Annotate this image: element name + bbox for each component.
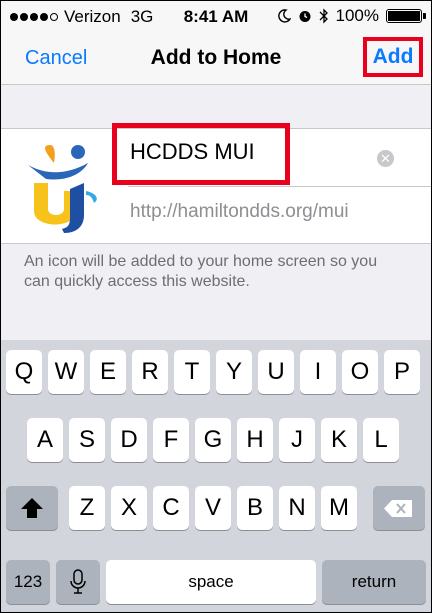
key-a[interactable]: A [27, 418, 63, 462]
key-e[interactable]: E [90, 350, 126, 394]
key-r[interactable]: R [132, 350, 168, 394]
app-logo-icon [28, 145, 97, 233]
info-note: An icon will be added to your home scree… [24, 253, 378, 290]
key-n[interactable]: N [279, 486, 315, 530]
add-button[interactable]: Add [363, 37, 423, 77]
key-s[interactable]: S [69, 418, 105, 462]
key-v[interactable]: V [195, 486, 231, 530]
key-z[interactable]: Z [69, 486, 105, 530]
status-bar: Verizon 3G 8:41 AM 100% [0, 0, 432, 34]
key-p[interactable]: P [384, 350, 420, 394]
bluetooth-icon [319, 8, 328, 24]
key-h[interactable]: H [237, 418, 273, 462]
key-q[interactable]: Q [6, 350, 42, 394]
battery-percentage: 100% [335, 6, 379, 25]
key-m[interactable]: M [321, 486, 357, 530]
keyboard-row-1: QWERTYUIOP [0, 350, 432, 394]
space-key[interactable]: space [106, 560, 316, 604]
keyboard-row-2: ASDFGHJKL [0, 418, 432, 462]
key-g[interactable]: G [195, 418, 231, 462]
navigation-bar: Cancel Add to Home Add [0, 34, 432, 85]
shift-key[interactable] [6, 486, 58, 530]
key-l[interactable]: L [363, 418, 399, 462]
key-j[interactable]: J [279, 418, 315, 462]
alarm-clock-icon [299, 11, 311, 22]
key-o[interactable]: O [342, 350, 378, 394]
key-c[interactable]: C [153, 486, 189, 530]
key-d[interactable]: D [111, 418, 147, 462]
field-divider [128, 186, 432, 187]
key-b[interactable]: B [237, 486, 273, 530]
microphone-key[interactable] [56, 560, 100, 604]
key-i[interactable]: I [300, 350, 336, 394]
return-key[interactable]: return [322, 560, 426, 604]
clear-text-icon[interactable]: ✕ [377, 150, 394, 167]
key-f[interactable]: F [153, 418, 189, 462]
keyboard-row-3: ZXCVBNM [0, 486, 432, 530]
key-x[interactable]: X [111, 486, 147, 530]
key-u[interactable]: U [258, 350, 294, 394]
bookmark-form: HCDDS MUI ✕ http://hamiltondds.org/mui [0, 123, 432, 244]
numbers-key[interactable]: 123 [6, 560, 50, 604]
moon-icon [277, 9, 291, 23]
battery-fill [388, 11, 420, 21]
microphone-icon [70, 569, 86, 594]
delete-key[interactable] [373, 486, 425, 530]
delete-icon [384, 500, 412, 517]
key-w[interactable]: W [48, 350, 84, 394]
keyboard-row-4: 123 space return [0, 560, 432, 604]
key-t[interactable]: T [174, 350, 210, 394]
url-field: http://hamiltondds.org/mui [130, 201, 349, 222]
title-field[interactable]: HCDDS MUI [130, 139, 255, 165]
battery-icon [386, 9, 426, 23]
shift-icon [21, 498, 43, 518]
key-y[interactable]: Y [216, 350, 252, 394]
key-k[interactable]: K [321, 418, 357, 462]
keyboard: QWERTYUIOP ASDFGHJKL ZXCVBNM 123 space r… [0, 340, 432, 613]
